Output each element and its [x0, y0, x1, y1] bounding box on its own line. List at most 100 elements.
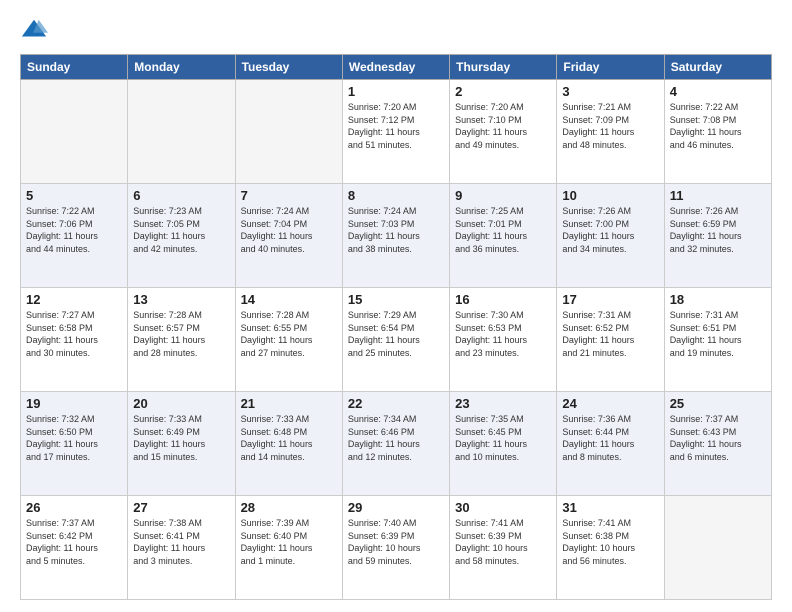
calendar-cell: 9Sunrise: 7:25 AM Sunset: 7:01 PM Daylig… — [450, 184, 557, 288]
calendar-cell: 1 Sunrise: 7:20 AM Sunset: 7:12 PM Daylig… — [342, 80, 449, 184]
day-number: 13 — [133, 292, 229, 307]
day-info: Sunrise: 7:25 AM Sunset: 7:01 PM Dayligh… — [455, 205, 551, 255]
day-info: Sunrise: 7:38 AM Sunset: 6:41 PM Dayligh… — [133, 517, 229, 567]
day-number: 8 — [348, 188, 444, 203]
weekday-header-tuesday: Tuesday — [235, 55, 342, 80]
calendar-table: SundayMondayTuesdayWednesdayThursdayFrid… — [20, 54, 772, 600]
day-info: Sunrise: 7:20 AM Sunset: 7:12 PM Dayligh… — [348, 101, 444, 151]
day-info: Sunrise: 7:31 AM Sunset: 6:52 PM Dayligh… — [562, 309, 658, 359]
day-number: 10 — [562, 188, 658, 203]
calendar-cell — [128, 80, 235, 184]
calendar-cell: 12 Sunrise: 7:27 AM Sunset: 6:58 PM Dayli… — [21, 288, 128, 392]
calendar-cell: 2 Sunrise: 7:20 AM Sunset: 7:10 PM Daylig… — [450, 80, 557, 184]
day-number: 17 — [562, 292, 658, 307]
day-info: Sunrise: 7:35 AM Sunset: 6:45 PM Dayligh… — [455, 413, 551, 463]
day-number: 7 — [241, 188, 337, 203]
day-number: 26 — [26, 500, 122, 515]
day-number: 23 — [455, 396, 551, 411]
calendar-cell: 3Sunrise: 7:21 AM Sunset: 7:09 PM Daylig… — [557, 80, 664, 184]
weekday-header-thursday: Thursday — [450, 55, 557, 80]
day-info: Sunrise: 7:39 AM Sunset: 6:40 PM Dayligh… — [241, 517, 337, 567]
day-number: 29 — [348, 500, 444, 515]
calendar-week-row: 26Sunrise: 7:37 AM Sunset: 6:42 PM Dayli… — [21, 496, 772, 600]
calendar-cell: 4 Sunrise: 7:22 AM Sunset: 7:08 PM Daylig… — [664, 80, 771, 184]
header — [20, 16, 772, 44]
day-number: 11 — [670, 188, 766, 203]
calendar-cell: 8 Sunrise: 7:24 AM Sunset: 7:03 PM Daylig… — [342, 184, 449, 288]
day-info: Sunrise: 7:36 AM Sunset: 6:44 PM Dayligh… — [562, 413, 658, 463]
day-info: Sunrise: 7:41 AM Sunset: 6:39 PM Dayligh… — [455, 517, 551, 567]
weekday-header-sunday: Sunday — [21, 55, 128, 80]
weekday-header-monday: Monday — [128, 55, 235, 80]
weekday-header-saturday: Saturday — [664, 55, 771, 80]
day-number: 15 — [348, 292, 444, 307]
day-info: Sunrise: 7:28 AM Sunset: 6:55 PM Dayligh… — [241, 309, 337, 359]
day-number: 18 — [670, 292, 766, 307]
calendar-cell: 28 Sunrise: 7:39 AM Sunset: 6:40 PM Dayli… — [235, 496, 342, 600]
day-number: 21 — [241, 396, 337, 411]
calendar-cell: 6Sunrise: 7:23 AM Sunset: 7:05 PM Daylig… — [128, 184, 235, 288]
calendar-cell: 23 Sunrise: 7:35 AM Sunset: 6:45 PM Dayli… — [450, 392, 557, 496]
day-info: Sunrise: 7:27 AM Sunset: 6:58 PM Dayligh… — [26, 309, 122, 359]
calendar-cell: 7 Sunrise: 7:24 AM Sunset: 7:04 PM Daylig… — [235, 184, 342, 288]
day-number: 1 — [348, 84, 444, 99]
calendar-cell: 17 Sunrise: 7:31 AM Sunset: 6:52 PM Dayli… — [557, 288, 664, 392]
logo-icon — [20, 16, 48, 44]
day-number: 12 — [26, 292, 122, 307]
day-number: 24 — [562, 396, 658, 411]
calendar-week-row: 5 Sunrise: 7:22 AM Sunset: 7:06 PM Daylig… — [21, 184, 772, 288]
calendar-cell: 22Sunrise: 7:34 AM Sunset: 6:46 PM Dayli… — [342, 392, 449, 496]
calendar-cell: 25 Sunrise: 7:37 AM Sunset: 6:43 PM Dayli… — [664, 392, 771, 496]
weekday-header-wednesday: Wednesday — [342, 55, 449, 80]
day-info: Sunrise: 7:24 AM Sunset: 7:03 PM Dayligh… — [348, 205, 444, 255]
day-info: Sunrise: 7:22 AM Sunset: 7:08 PM Dayligh… — [670, 101, 766, 151]
calendar-cell: 15 Sunrise: 7:29 AM Sunset: 6:54 PM Dayli… — [342, 288, 449, 392]
day-number: 25 — [670, 396, 766, 411]
day-number: 30 — [455, 500, 551, 515]
calendar-cell — [21, 80, 128, 184]
calendar-cell: 19Sunrise: 7:32 AM Sunset: 6:50 PM Dayli… — [21, 392, 128, 496]
calendar-cell: 11 Sunrise: 7:26 AM Sunset: 6:59 PM Dayli… — [664, 184, 771, 288]
day-number: 2 — [455, 84, 551, 99]
day-info: Sunrise: 7:20 AM Sunset: 7:10 PM Dayligh… — [455, 101, 551, 151]
day-info: Sunrise: 7:26 AM Sunset: 6:59 PM Dayligh… — [670, 205, 766, 255]
day-number: 5 — [26, 188, 122, 203]
calendar-cell: 29Sunrise: 7:40 AM Sunset: 6:39 PM Dayli… — [342, 496, 449, 600]
day-info: Sunrise: 7:22 AM Sunset: 7:06 PM Dayligh… — [26, 205, 122, 255]
calendar-cell: 20Sunrise: 7:33 AM Sunset: 6:49 PM Dayli… — [128, 392, 235, 496]
day-info: Sunrise: 7:31 AM Sunset: 6:51 PM Dayligh… — [670, 309, 766, 359]
weekday-header-row: SundayMondayTuesdayWednesdayThursdayFrid… — [21, 55, 772, 80]
calendar-cell: 31 Sunrise: 7:41 AM Sunset: 6:38 PM Dayli… — [557, 496, 664, 600]
day-number: 22 — [348, 396, 444, 411]
calendar-cell: 27 Sunrise: 7:38 AM Sunset: 6:41 PM Dayli… — [128, 496, 235, 600]
day-number: 27 — [133, 500, 229, 515]
day-info: Sunrise: 7:33 AM Sunset: 6:49 PM Dayligh… — [133, 413, 229, 463]
page: SundayMondayTuesdayWednesdayThursdayFrid… — [0, 0, 792, 612]
day-info: Sunrise: 7:32 AM Sunset: 6:50 PM Dayligh… — [26, 413, 122, 463]
calendar-week-row: 12 Sunrise: 7:27 AM Sunset: 6:58 PM Dayli… — [21, 288, 772, 392]
calendar-cell — [235, 80, 342, 184]
calendar-cell: 18 Sunrise: 7:31 AM Sunset: 6:51 PM Dayli… — [664, 288, 771, 392]
day-number: 4 — [670, 84, 766, 99]
weekday-header-friday: Friday — [557, 55, 664, 80]
day-info: Sunrise: 7:29 AM Sunset: 6:54 PM Dayligh… — [348, 309, 444, 359]
calendar-cell: 24 Sunrise: 7:36 AM Sunset: 6:44 PM Dayli… — [557, 392, 664, 496]
day-number: 14 — [241, 292, 337, 307]
day-number: 28 — [241, 500, 337, 515]
calendar-cell: 14 Sunrise: 7:28 AM Sunset: 6:55 PM Dayli… — [235, 288, 342, 392]
day-number: 31 — [562, 500, 658, 515]
calendar-cell: 30 Sunrise: 7:41 AM Sunset: 6:39 PM Dayli… — [450, 496, 557, 600]
calendar-cell: 13Sunrise: 7:28 AM Sunset: 6:57 PM Dayli… — [128, 288, 235, 392]
calendar-cell: 26Sunrise: 7:37 AM Sunset: 6:42 PM Dayli… — [21, 496, 128, 600]
day-number: 6 — [133, 188, 229, 203]
calendar-cell: 21Sunrise: 7:33 AM Sunset: 6:48 PM Dayli… — [235, 392, 342, 496]
calendar-cell: 16 Sunrise: 7:30 AM Sunset: 6:53 PM Dayli… — [450, 288, 557, 392]
day-info: Sunrise: 7:26 AM Sunset: 7:00 PM Dayligh… — [562, 205, 658, 255]
day-number: 3 — [562, 84, 658, 99]
day-info: Sunrise: 7:30 AM Sunset: 6:53 PM Dayligh… — [455, 309, 551, 359]
day-info: Sunrise: 7:24 AM Sunset: 7:04 PM Dayligh… — [241, 205, 337, 255]
day-info: Sunrise: 7:37 AM Sunset: 6:43 PM Dayligh… — [670, 413, 766, 463]
day-info: Sunrise: 7:41 AM Sunset: 6:38 PM Dayligh… — [562, 517, 658, 567]
calendar-cell: 10 Sunrise: 7:26 AM Sunset: 7:00 PM Dayli… — [557, 184, 664, 288]
day-number: 16 — [455, 292, 551, 307]
